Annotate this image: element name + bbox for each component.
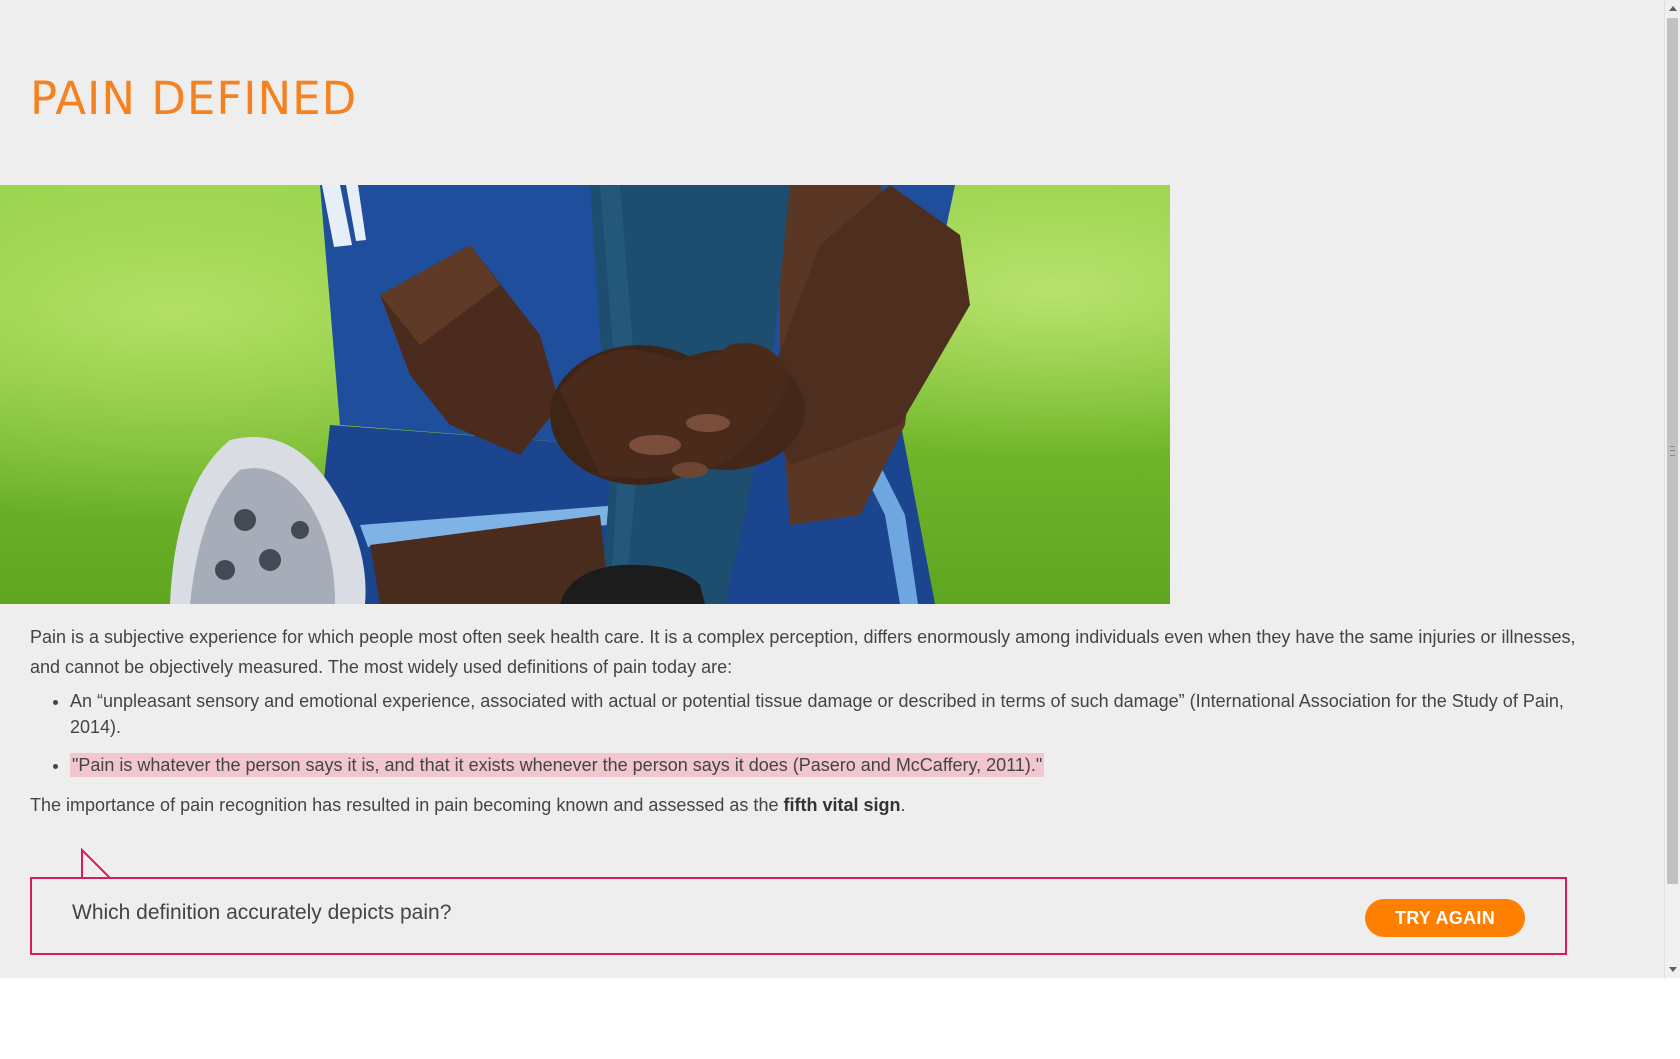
page-title: PAIN DEFINED bbox=[30, 72, 358, 125]
fifth-vital-sign-term: fifth vital sign bbox=[783, 795, 901, 815]
closing-period: . bbox=[900, 795, 906, 815]
definition-item: "Pain is whatever the person says it is,… bbox=[70, 752, 1610, 778]
question-callout: Which definition accurately depicts pain… bbox=[30, 877, 1567, 955]
try-again-button[interactable]: TRY AGAIN bbox=[1365, 899, 1525, 937]
definitions-list: An “unpleasant sensory and emotional exp… bbox=[30, 688, 1610, 778]
definition-item: An “unpleasant sensory and emotional exp… bbox=[70, 688, 1610, 740]
callout-pointer bbox=[81, 848, 111, 880]
closing-paragraph: The importance of pain recognition has r… bbox=[30, 790, 1610, 820]
grip-icon bbox=[1670, 446, 1675, 456]
scroll-thumb[interactable] bbox=[1667, 18, 1678, 884]
scroll-up-arrow-icon[interactable] bbox=[1669, 6, 1677, 11]
hero-image bbox=[0, 185, 1170, 604]
scroll-down-arrow-icon[interactable] bbox=[1669, 967, 1677, 972]
definition-text: An “unpleasant sensory and emotional exp… bbox=[70, 691, 1564, 737]
page-viewport: PAIN DEFINED Pain is a subjective experi… bbox=[0, 0, 1664, 978]
vertical-scrollbar[interactable] bbox=[1664, 0, 1680, 978]
content-body: Pain is a subjective experience for whic… bbox=[30, 622, 1610, 820]
athlete-holding-knee-image bbox=[0, 185, 1170, 604]
question-text: Which definition accurately depicts pain… bbox=[72, 901, 452, 924]
closing-text: The importance of pain recognition has r… bbox=[30, 795, 784, 815]
intro-paragraph: Pain is a subjective experience for whic… bbox=[30, 627, 1576, 677]
definition-text-highlighted: "Pain is whatever the person says it is,… bbox=[70, 753, 1045, 777]
